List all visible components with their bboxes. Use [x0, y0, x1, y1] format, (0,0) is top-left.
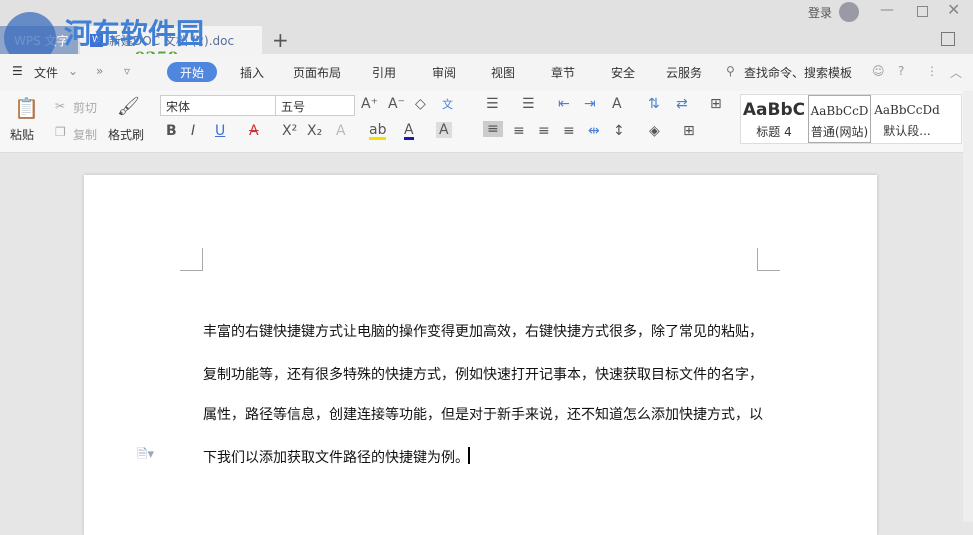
style-name: 标题 4 [756, 125, 792, 139]
more-icon[interactable]: » [96, 64, 103, 78]
highlight-icon[interactable]: ab [369, 123, 387, 140]
font-family-select[interactable]: 宋体 [160, 95, 276, 116]
bullet-list-icon[interactable]: ☰ [486, 96, 499, 112]
justify-icon[interactable]: ≡ [563, 123, 575, 139]
style-preview: AaBbC [742, 100, 806, 120]
table-icon[interactable]: ⊞ [710, 96, 722, 112]
bold-icon[interactable]: B [166, 123, 177, 139]
margin-corner-mark [180, 248, 203, 271]
copy-icon[interactable]: ❐ [55, 125, 66, 139]
new-tab-button[interactable]: + [272, 28, 289, 52]
margin-corner-mark [757, 248, 780, 271]
tab-security[interactable]: 安全 [611, 64, 635, 81]
align-center-icon[interactable]: ≡ [513, 123, 525, 139]
text-cursor [468, 447, 470, 464]
copy-button[interactable]: 复制 [73, 126, 97, 143]
char-shading-icon[interactable]: A [436, 122, 452, 138]
borders-icon[interactable]: ⊞ [683, 123, 695, 139]
style-preview: AaBbCcD [810, 104, 869, 118]
minimize-icon[interactable]: — [880, 2, 894, 18]
format-painter-button[interactable]: 格式刷 [108, 126, 144, 143]
vertical-scrollbar[interactable] [963, 91, 973, 522]
font-size-select[interactable]: 五号 [275, 95, 355, 116]
command-search[interactable]: 查找命令、搜索模板 [744, 64, 852, 81]
word-doc-icon: W [90, 33, 103, 47]
tab-page-layout[interactable]: 页面布局 [293, 64, 341, 81]
feedback-icon[interactable]: ☺ [872, 64, 885, 78]
cut-button[interactable]: 剪切 [73, 99, 97, 116]
maximize-icon[interactable] [917, 6, 928, 17]
style-gallery: AaBbC 标题 4 AaBbCcD 普通(网站) AaBbCcDd 默认段... [740, 94, 962, 144]
style-preview: AaBbCcDd [874, 103, 940, 117]
paragraph-line: 丰富的右键快捷键方式让电脑的操作变得更加高效，右键快捷方式很多，除了常见的粘贴， [203, 324, 763, 340]
style-heading4[interactable]: AaBbC 标题 4 [741, 95, 807, 143]
search-icon: ⚲ [726, 64, 735, 78]
tab-wps-home[interactable]: WPS 文字 [0, 26, 78, 54]
underline-icon[interactable]: U [215, 123, 225, 139]
paragraph-line: 复制功能等，还有很多特殊的快捷方式，例如快速打开记事本，快速获取目标文件的名字， [203, 367, 763, 383]
tab-start[interactable]: 开始 [167, 62, 217, 82]
italic-icon[interactable]: I [191, 123, 195, 139]
paragraph-line: 属性，路径等信息，创建连接等功能，但是对于新手来说，还不知道怎么添加快捷方式，以 [203, 407, 763, 423]
grow-font-icon[interactable]: A⁺ [361, 96, 378, 112]
login-link[interactable]: 登录 [808, 4, 832, 21]
paste-button[interactable]: 粘贴 [10, 126, 34, 143]
decrease-indent-icon[interactable]: ⇤ [558, 96, 570, 112]
format-painter-icon[interactable]: 🖌 [117, 96, 140, 117]
tab-document[interactable]: W 新建DOC 文档 (2).doc [80, 26, 262, 54]
chevron-down-icon[interactable]: ⌄ [68, 64, 78, 78]
tab-insert[interactable]: 插入 [240, 64, 264, 81]
style-default[interactable]: AaBbCcDd 默认段... [872, 95, 942, 143]
paragraph-line: 下我们以添加获取文件路径的快捷键为例。 [203, 450, 469, 466]
line-spacing-icon[interactable]: ↕ [613, 123, 625, 139]
help-icon[interactable]: ? [898, 64, 904, 78]
paste-icon[interactable]: 📋 [14, 96, 39, 120]
show-marks-icon[interactable]: ⇄ [676, 96, 688, 112]
shading-icon[interactable]: ◈ [649, 123, 660, 139]
clear-format-icon[interactable]: ◇ [415, 96, 426, 112]
tab-chapter[interactable]: 章节 [551, 64, 575, 81]
tab-references[interactable]: 引用 [372, 64, 396, 81]
paragraph-handle-icon[interactable]: 🗎▾ [137, 445, 154, 467]
style-name: 默认段... [883, 124, 931, 138]
superscript-icon[interactable]: X² [282, 123, 297, 139]
align-left-icon[interactable]: ≡ [483, 121, 503, 137]
collapse-ribbon-icon[interactable]: ︿ [950, 64, 962, 81]
app-tab-label: WPS 文字 [14, 33, 69, 48]
strikethrough-icon[interactable]: A [249, 123, 259, 139]
phonetic-guide-icon[interactable]: 文 [442, 96, 453, 112]
style-name: 普通(网站) [810, 125, 869, 139]
doc-tab-label: 新建DOC 文档 (2).doc [109, 33, 235, 48]
tab-review[interactable]: 审阅 [432, 64, 456, 81]
quick-access-dropdown-icon[interactable]: ▿ [124, 64, 130, 78]
more-options-icon[interactable]: ⋮ [926, 64, 938, 78]
style-normal-web[interactable]: AaBbCcD 普通(网站) [808, 95, 871, 143]
subscript-icon[interactable]: X₂ [307, 123, 322, 139]
scissors-icon[interactable]: ✂ [55, 99, 65, 113]
text-effect-icon[interactable]: A [336, 123, 346, 139]
hamburger-icon[interactable]: ☰ [12, 64, 23, 78]
text-direction-icon[interactable]: A [612, 96, 622, 112]
distribute-icon[interactable]: ⇹ [588, 123, 600, 139]
tab-view[interactable]: 视图 [491, 64, 515, 81]
tab-cloud[interactable]: 云服务 [666, 64, 702, 81]
increase-indent-icon[interactable]: ⇥ [584, 96, 596, 112]
shrink-font-icon[interactable]: A⁻ [388, 96, 405, 112]
sidebar-toggle-icon[interactable] [941, 32, 955, 46]
avatar[interactable] [839, 2, 859, 22]
close-icon[interactable]: ✕ [947, 0, 960, 19]
font-color-icon[interactable]: A [404, 123, 414, 140]
menu-file[interactable]: 文件 [34, 64, 58, 81]
numbered-list-icon[interactable]: ☰ [522, 96, 535, 112]
align-right-icon[interactable]: ≡ [538, 123, 550, 139]
document-page[interactable]: 丰富的右键快捷键方式让电脑的操作变得更加高效，右键快捷方式很多，除了常见的粘贴，… [84, 175, 877, 535]
sort-icon[interactable]: ⇅ [648, 96, 660, 112]
